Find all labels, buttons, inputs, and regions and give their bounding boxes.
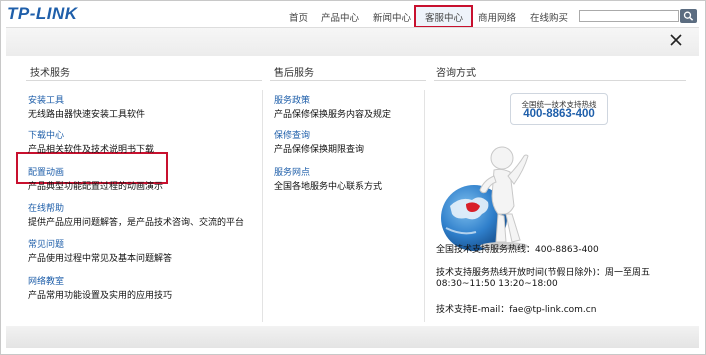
after-item-desc: 产品保修保换服务内容及规定 (274, 110, 392, 120)
nav-products[interactable]: 产品中心 (321, 10, 359, 24)
tech-item-title[interactable]: 常见问题 (28, 237, 64, 250)
column-separator (424, 90, 425, 322)
tech-item-title[interactable]: 在线帮助 (28, 201, 64, 214)
support-globe-illustration (441, 146, 529, 251)
tech-item-desc: 产品相关软件及技术说明书下载 (28, 145, 155, 155)
tech-item-desc: 提供产品应用问题解答，是产品技术咨询、交流的平台 (28, 218, 245, 228)
tech-item-title[interactable]: 安装工具 (28, 93, 64, 106)
column-separator (262, 90, 263, 322)
service-dropdown-panel: 技术服务 售后服务 咨询方式 安装工具 无线路由器快速安装工具软件 下载中心 产… (6, 27, 699, 348)
tech-item-title[interactable]: 网络教室 (28, 274, 64, 287)
divider (434, 80, 686, 81)
divider (26, 80, 262, 81)
tech-item-title[interactable]: 配置动画 (28, 165, 64, 178)
contact-heading: 咨询方式 (436, 68, 476, 79)
tech-item-desc: 产品常用功能设置及实用的应用技巧 (28, 291, 173, 301)
divider (270, 80, 426, 81)
tech-item-title[interactable]: 下载中心 (28, 128, 64, 141)
search-input[interactable] (579, 10, 679, 22)
close-icon[interactable] (668, 32, 684, 48)
service-hours-times: 08:30~11:50 13:20~18:00 (436, 279, 558, 289)
tech-item-desc: 产品典型功能配置过程的动画演示 (28, 182, 164, 192)
after-item-title[interactable]: 服务政策 (274, 93, 310, 106)
tech-item-desc: 无线路由器快速安装工具软件 (28, 110, 146, 120)
nav-news[interactable]: 新闻中心 (373, 10, 411, 24)
after-item-title[interactable]: 保修查询 (274, 128, 310, 141)
top-navigation-bar: TP-LINK 首页 产品中心 新闻中心 客服中心 商用网络 在线购买 (1, 1, 704, 28)
nav-home[interactable]: 首页 (289, 10, 308, 24)
tech-service-heading: 技术服务 (30, 68, 70, 79)
search-button[interactable] (680, 9, 697, 23)
badge-number: 400-8863-400 (523, 108, 595, 120)
after-sales-heading: 售后服务 (274, 68, 314, 79)
hotline-badge: 全国统一技术支持热线 400-8863-400 (510, 93, 608, 125)
dropdown-footer-band (6, 326, 699, 348)
support-email[interactable]: 技术支持E-mail：fae@tp-link.com.cn (436, 302, 596, 315)
after-item-title[interactable]: 服务网点 (274, 165, 310, 178)
service-hours-text: 技术支持服务热线开放时间(节假日除外)：周一至周五 (436, 268, 651, 278)
nav-business-network[interactable]: 商用网络 (478, 10, 516, 24)
hotline-text: 全国技术支持服务热线：400-8863-400 (436, 245, 599, 255)
tech-item-desc: 产品使用过程中常见及基本问题解答 (28, 254, 173, 264)
search-icon (683, 11, 694, 21)
nav-online-shop[interactable]: 在线购买 (530, 10, 568, 24)
nav-service-center[interactable]: 客服中心 (425, 10, 463, 24)
dropdown-header-band (6, 28, 699, 56)
after-item-desc: 全国各地服务中心联系方式 (274, 182, 383, 192)
after-item-desc: 产品保修保换期限查询 (274, 145, 365, 155)
tp-link-logo[interactable]: TP-LINK (7, 4, 78, 24)
